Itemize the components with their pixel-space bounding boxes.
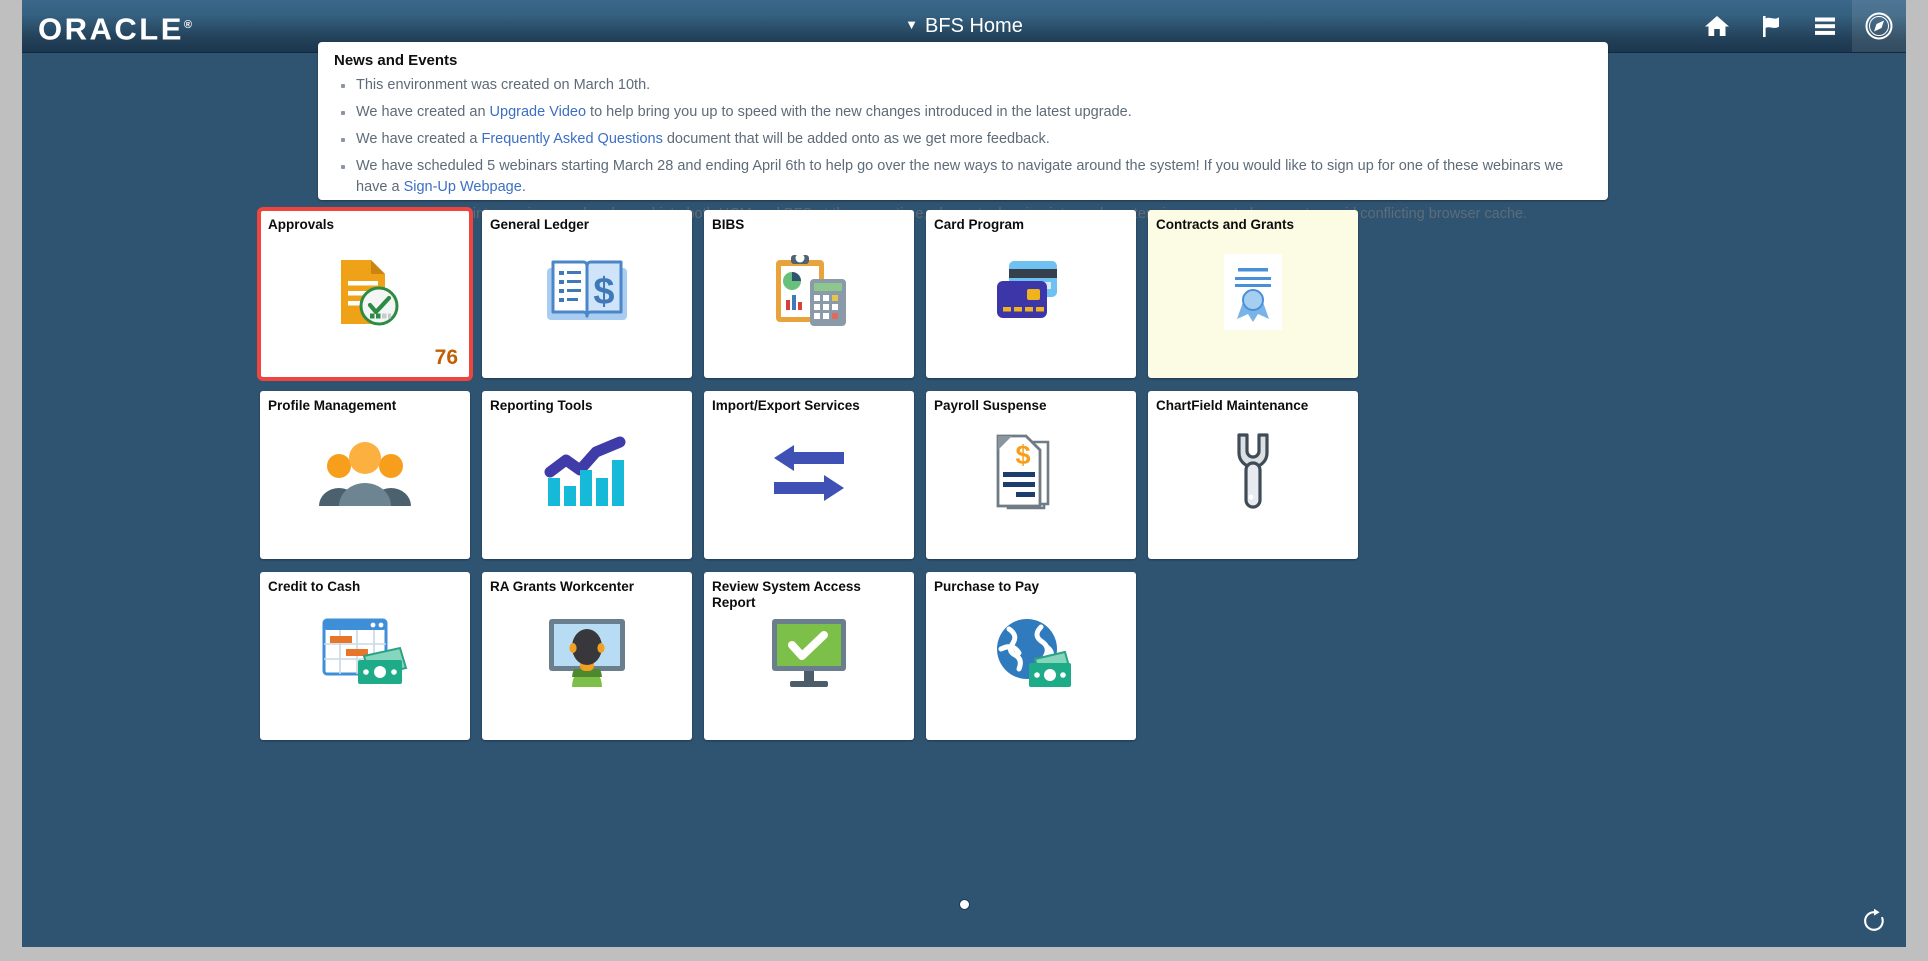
news-item-list: This environment was created on March 10…: [332, 75, 1594, 225]
news-item: We have created a Frequently Asked Quest…: [341, 129, 1594, 150]
tile-payroll-suspense[interactable]: Payroll Suspense $: [926, 391, 1136, 559]
page-dot[interactable]: [958, 899, 970, 910]
clipboard-calculator-icon: [704, 236, 914, 348]
monitor-check-icon: [704, 598, 914, 710]
news-text: .: [521, 179, 526, 195]
tile-grid: Approvals 76 General Ledger $ BIBS Card …: [257, 207, 1670, 753]
news-text: to help bring you up to speed with the n…: [586, 104, 1132, 120]
news-item: We have scheduled 5 webinars starting Ma…: [341, 156, 1594, 198]
credit-cards-icon: [926, 236, 1136, 348]
exchange-arrows-icon: [704, 417, 914, 529]
tile-credit-to-cash[interactable]: Credit to Cash: [260, 572, 470, 740]
oracle-logo: ORACLE®: [38, 9, 192, 45]
tile-reporting-tools[interactable]: Reporting Tools: [482, 391, 692, 559]
news-link[interactable]: Sign-Up Webpage: [404, 179, 522, 195]
news-text: We have created an: [356, 104, 490, 120]
people-group-icon: [260, 417, 470, 529]
news-text: We have scheduled 5 webinars starting Ma…: [356, 158, 1564, 195]
tile-card-program[interactable]: Card Program: [926, 210, 1136, 378]
page-indicator-dots: [22, 899, 1906, 910]
tile-label: Card Program: [934, 217, 1025, 232]
tile-import-export-services[interactable]: Import/Export Services: [704, 391, 914, 559]
tile-label: BIBS: [712, 217, 745, 232]
tile-label: RA Grants Workcenter: [490, 579, 635, 594]
refresh-icon[interactable]: [1856, 903, 1892, 939]
tile-profile-management[interactable]: Profile Management: [260, 391, 470, 559]
home-icon[interactable]: [1690, 0, 1744, 52]
svg-text:$: $: [1015, 440, 1030, 470]
app-window: ORACLE® ▼ BFS Home News and Events This …: [22, 0, 1906, 947]
news-link[interactable]: Upgrade Video: [490, 104, 586, 120]
document-approved-icon: [260, 236, 470, 348]
tile-row: Approvals 76 General Ledger $ BIBS Card …: [257, 207, 1670, 381]
flag-icon[interactable]: [1744, 0, 1798, 52]
news-item: This environment was created on March 10…: [341, 75, 1594, 96]
tile-review-system-access-report[interactable]: Review System Access Report: [704, 572, 914, 740]
tile-chartfield-maintenance[interactable]: ChartField Maintenance: [1148, 391, 1358, 559]
bar-chart-trend-icon: [482, 417, 692, 529]
tile-row: Credit to Cash RA Grants Workcenter Revi…: [260, 572, 1670, 740]
header-icon-bar: [1690, 0, 1906, 52]
navbar-compass-icon[interactable]: [1852, 0, 1906, 52]
tile-ra-grants-workcenter[interactable]: RA Grants Workcenter: [482, 572, 692, 740]
tile-bibs[interactable]: BIBS: [704, 210, 914, 378]
news-text: This environment was created on March 10…: [356, 77, 651, 93]
tile-contracts-and-grants[interactable]: Contracts and Grants: [1148, 210, 1358, 378]
tile-row: Profile Management Reporting Tools Impor…: [260, 391, 1670, 559]
tile-label: Credit to Cash: [268, 579, 361, 594]
wrench-icon: [1148, 417, 1358, 529]
tile-label: ChartField Maintenance: [1156, 398, 1309, 413]
tile-approvals[interactable]: Approvals 76: [257, 207, 473, 381]
tile-label: Approvals: [268, 217, 335, 232]
oracle-logo-mark: ®: [183, 19, 192, 31]
tile-purchase-to-pay[interactable]: Purchase to Pay: [926, 572, 1136, 740]
tile-count-badge: 76: [434, 346, 458, 369]
tile-label: Purchase to Pay: [934, 579, 1040, 594]
tile-label: Contracts and Grants: [1156, 217, 1295, 232]
oracle-logo-text: ORACLE: [38, 11, 184, 47]
tile-label: Profile Management: [268, 398, 397, 413]
globe-cash-icon: [926, 598, 1136, 710]
news-item: We have created an Upgrade Video to help…: [341, 102, 1594, 123]
svg-text:$: $: [593, 271, 614, 313]
hamburger-menu-icon[interactable]: [1798, 0, 1852, 52]
news-text: document that will be added onto as we g…: [662, 131, 1050, 147]
tile-label: Payroll Suspense: [934, 398, 1047, 413]
news-text: We have created a: [356, 131, 482, 147]
tile-label: Reporting Tools: [490, 398, 593, 413]
open-book-dollar-icon: $: [482, 236, 692, 348]
news-link[interactable]: Frequently Asked Questions: [481, 131, 662, 147]
news-panel-title: News and Events: [334, 52, 458, 69]
person-monitor-icon: [482, 598, 692, 710]
spreadsheet-cash-icon: [260, 598, 470, 710]
tile-label: General Ledger: [490, 217, 590, 232]
certificate-icon: [1148, 236, 1358, 348]
page-title-label: BFS Home: [925, 14, 1023, 37]
tile-label: Import/Export Services: [712, 398, 860, 413]
news-and-events-panel: News and Events This environment was cre…: [318, 42, 1608, 222]
chevron-down-icon: ▼: [905, 16, 919, 32]
dollar-documents-icon: $: [926, 417, 1136, 529]
tile-general-ledger[interactable]: General Ledger $: [482, 210, 692, 378]
